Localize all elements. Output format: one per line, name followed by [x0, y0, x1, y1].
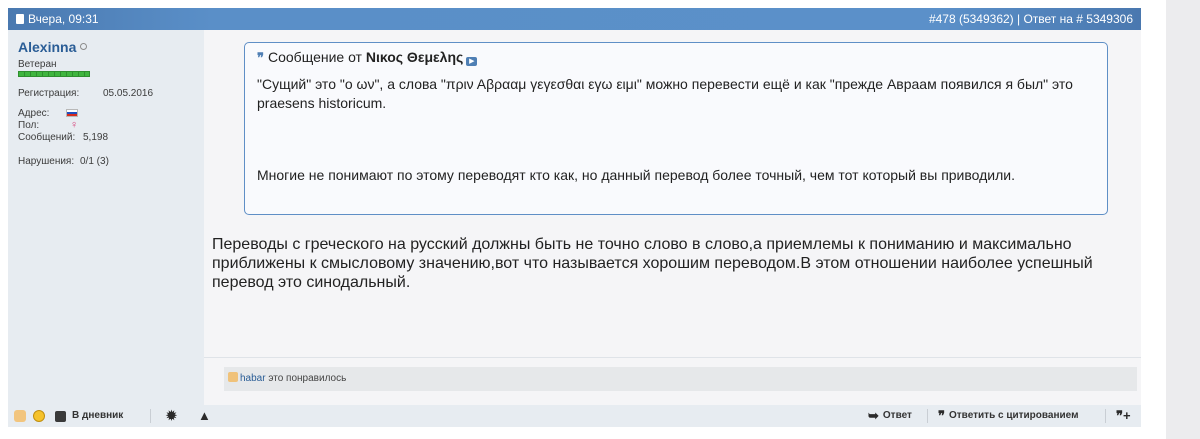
like-icon [228, 372, 238, 382]
likes-text: это понравилось [268, 373, 347, 384]
reply-button[interactable]: ➥ Ответ [868, 405, 912, 427]
diary-label: В дневник [72, 410, 124, 421]
post-header: Вчера, 09:31 #478 (5349362) | Ответ на #… [8, 8, 1141, 30]
violations-label: Нарушения: [18, 156, 75, 167]
document-icon [16, 14, 24, 24]
forum-post: Вчера, 09:31 #478 (5349362) | Ответ на #… [0, 0, 1148, 439]
quote-reply-button[interactable]: ❞ Ответить с цитированием [938, 405, 1078, 427]
registration-row: Регистрация: 05.05.2016 [18, 88, 153, 99]
toolbar-separator [150, 405, 151, 427]
goto-post-icon[interactable]: ▶ [466, 57, 478, 66]
thumbs-up-icon [14, 410, 26, 422]
messages-label: Сообщений: [18, 132, 76, 143]
post-reference[interactable]: #478 (5349362) | Ответ на # 5349306 [929, 8, 1133, 30]
messages-row: Сообщений: 5,198 [18, 132, 108, 143]
diary-icon [55, 410, 66, 422]
toolbar-separator-2 [927, 405, 928, 427]
like-button[interactable] [14, 405, 26, 427]
gender-label: Пол: [18, 120, 40, 131]
smiley-button[interactable] [33, 405, 45, 427]
warning-icon[interactable]: ▲ [198, 405, 211, 427]
username-text: Alexinna [18, 39, 77, 55]
registration-label: Регистрация: [18, 88, 80, 99]
post-toolbar: В дневник ✹ ▲ ➥ Ответ ❞ Ответить с цитиров… [8, 405, 1141, 427]
right-sidebar [1166, 0, 1200, 439]
flag-icon [66, 108, 78, 119]
registration-value: 05.05.2016 [103, 88, 154, 99]
quote-paragraph-2: Многие не понимают по этому переводят кт… [257, 167, 1016, 183]
smiley-icon [33, 410, 45, 422]
quote-header: ❞ Сообщение от Νικος Θεμελης ▶ [257, 49, 478, 66]
address-row: Адрес: [18, 108, 78, 119]
post-content: ❞ Сообщение от Νικος Θεμελης ▶ "Сущий" это… [204, 30, 1141, 405]
messages-value: 5,198 [83, 132, 109, 143]
quote-paragraph-1: "Сущий" это "ο ων", а слова "πριν Αβρααμ… [257, 76, 1073, 111]
divider [204, 357, 1141, 358]
offline-status-icon [80, 43, 88, 50]
violations-row: Нарушения: 0/1 (3) [18, 156, 109, 167]
multiquote-icon[interactable]: ❞+ [1116, 405, 1131, 427]
likes-bar: habar это понравилось [224, 367, 1137, 391]
user-rank: Ветеран [18, 59, 57, 70]
user-info-panel: Alexinna Ветеран Регистрация: 05.05.2016… [8, 30, 204, 405]
like-user-link[interactable]: habar [240, 373, 266, 384]
address-label: Адрес: [18, 108, 50, 119]
post-message: Переводы с греческого на русский должны … [212, 236, 1093, 291]
female-icon: ♀ [70, 119, 79, 131]
gender-row: Пол: ♀ [18, 119, 78, 131]
quote-prefix: Сообщение от [268, 49, 362, 65]
quote-author: Νικος Θεμελης [365, 49, 464, 65]
quote-bubble-icon: ❞ [938, 408, 945, 423]
reply-label: Ответ [882, 410, 912, 421]
reputation-bar [18, 71, 90, 77]
violations-value: 0/1 (3) [80, 156, 109, 167]
diary-button[interactable]: В дневник [55, 405, 123, 427]
post-date-text: Вчера, 09:31 [28, 12, 99, 26]
report-star-icon[interactable]: ✹ [166, 405, 177, 427]
reply-arrow-icon: ➥ [868, 408, 879, 423]
quote-reply-label: Ответить с цитированием [949, 410, 1079, 421]
username-link[interactable]: Alexinna [18, 39, 88, 55]
post-date: Вчера, 09:31 [16, 8, 99, 30]
quote-icon: ❞ [257, 50, 264, 65]
toolbar-separator-3 [1105, 405, 1106, 427]
quote-block: ❞ Сообщение от Νικος Θεμελης ▶ "Сущий" это… [244, 42, 1108, 215]
